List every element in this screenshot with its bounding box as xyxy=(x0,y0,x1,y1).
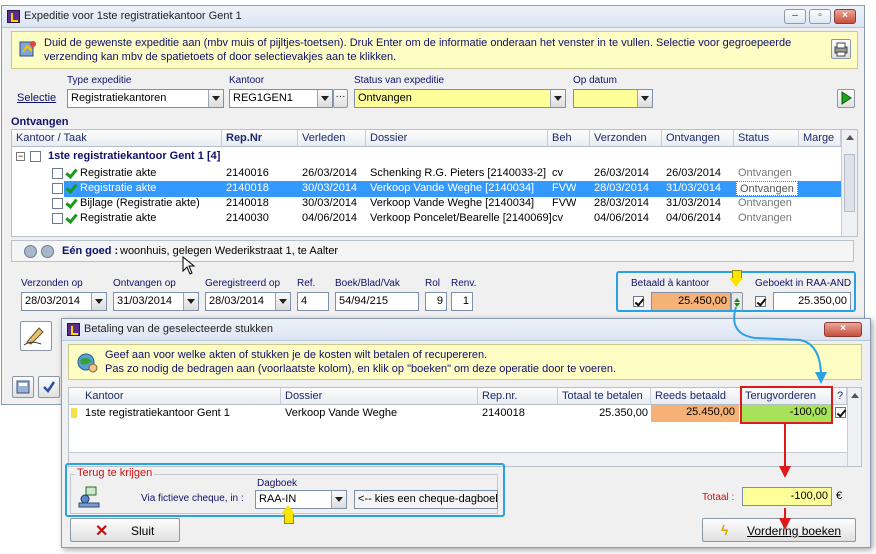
annotation-arrows xyxy=(733,306,827,530)
